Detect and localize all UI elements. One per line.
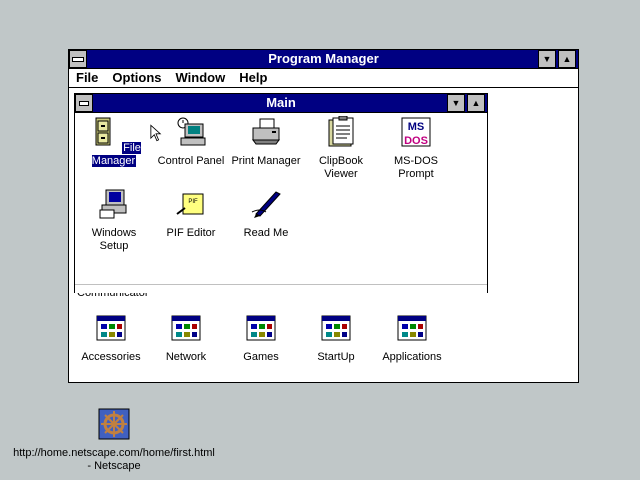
program-group-icon xyxy=(397,315,427,341)
menu-file[interactable]: File xyxy=(69,69,105,87)
main-icon-msdos-prompt[interactable]: MS DOS MS-DOS Prompt xyxy=(378,116,454,181)
program-group-icon xyxy=(246,315,276,341)
main-icon-file-manager[interactable]: File Manager xyxy=(78,116,150,168)
pif-editor-icon: PIF xyxy=(176,193,204,215)
main-icon-windows-setup[interactable]: Windows Setup xyxy=(78,188,150,253)
desktop-icon-netscape[interactable]: http://home.netscape.com/home/first.html… xyxy=(0,408,228,473)
menu-options[interactable]: Options xyxy=(105,69,168,87)
icon-label-clipbook-viewer: ClipBook Viewer xyxy=(318,155,364,180)
icon-label-msdos-prompt: MS-DOS Prompt xyxy=(394,155,438,180)
main-icon-clipbook-viewer[interactable]: ClipBook Viewer xyxy=(303,115,379,181)
main-icon-pif-editor[interactable]: PIF PIF Editor xyxy=(153,188,229,240)
svg-text:MS: MS xyxy=(408,121,425,133)
svg-text:PIF: PIF xyxy=(188,199,198,205)
netscape-icon-label-line2: - Netscape xyxy=(87,460,141,472)
netscape-icon-label-line1: http://home.netscape.com/home/first.html xyxy=(13,447,215,459)
menu-help[interactable]: Help xyxy=(232,69,274,87)
group-label: StartUp xyxy=(317,351,355,363)
program-group-icon xyxy=(321,315,351,341)
group-icon-network[interactable]: Network xyxy=(150,312,222,364)
program-manager-system-menu-button[interactable] xyxy=(69,50,87,68)
main-group-titlebar[interactable]: Main xyxy=(75,94,487,113)
main-group-title: Main xyxy=(266,95,296,110)
windows-setup-icon xyxy=(99,189,127,219)
program-manager-window[interactable]: Program Manager ▼ ▲ File Options Window … xyxy=(68,49,579,383)
main-icon-print-manager[interactable]: Print Manager xyxy=(228,116,304,168)
read-me-icon xyxy=(251,191,281,218)
menu-window[interactable]: Window xyxy=(169,69,233,87)
icon-label-pif-editor: PIF Editor xyxy=(166,227,216,239)
group-label: Network xyxy=(165,351,207,363)
main-group-window[interactable]: Main ▼ ▲ File Manager Control Panel Prin… xyxy=(74,93,488,293)
printer-icon xyxy=(252,118,280,145)
program-manager-maximize-button[interactable]: ▲ xyxy=(558,50,576,68)
clipbook-icon xyxy=(328,115,354,147)
group-label: Games xyxy=(243,351,279,363)
file-cabinet-icon xyxy=(95,117,111,146)
program-manager-title: Program Manager xyxy=(268,51,379,66)
control-panel-icon xyxy=(177,117,206,146)
icon-label-control-panel: Control Panel xyxy=(157,155,225,167)
main-group-bottom-edge xyxy=(75,284,487,293)
group-label: Accessories xyxy=(81,351,141,363)
icon-label-windows-setup: Windows Setup xyxy=(91,227,137,252)
group-icon-startup[interactable]: StartUp xyxy=(300,312,372,364)
program-group-icon xyxy=(96,315,126,341)
netscape-wheel-icon xyxy=(98,408,130,440)
main-group-maximize-button[interactable]: ▲ xyxy=(467,94,485,112)
svg-text:DOS: DOS xyxy=(404,135,428,147)
workspace-right-edge xyxy=(564,88,578,382)
main-group-minimize-button[interactable]: ▼ xyxy=(447,94,465,112)
program-manager-menubar: File Options Window Help xyxy=(69,69,578,88)
group-icon-games[interactable]: Games xyxy=(225,312,297,364)
program-manager-titlebar[interactable]: Program Manager xyxy=(69,50,578,69)
program-manager-minimize-button[interactable]: ▼ xyxy=(538,50,556,68)
icon-label-print-manager: Print Manager xyxy=(231,155,301,167)
main-icon-control-panel[interactable]: Control Panel xyxy=(153,116,229,168)
icon-label-read-me: Read Me xyxy=(243,227,289,239)
group-icon-accessories[interactable]: Accessories xyxy=(75,312,147,364)
group-label: Applications xyxy=(382,351,442,363)
program-group-icon xyxy=(171,315,201,341)
msdos-icon: MS DOS xyxy=(401,117,431,147)
main-icon-read-me[interactable]: Read Me xyxy=(228,188,304,240)
group-icon-applications[interactable]: Applications xyxy=(373,312,451,364)
main-group-system-menu-button[interactable] xyxy=(75,94,93,112)
